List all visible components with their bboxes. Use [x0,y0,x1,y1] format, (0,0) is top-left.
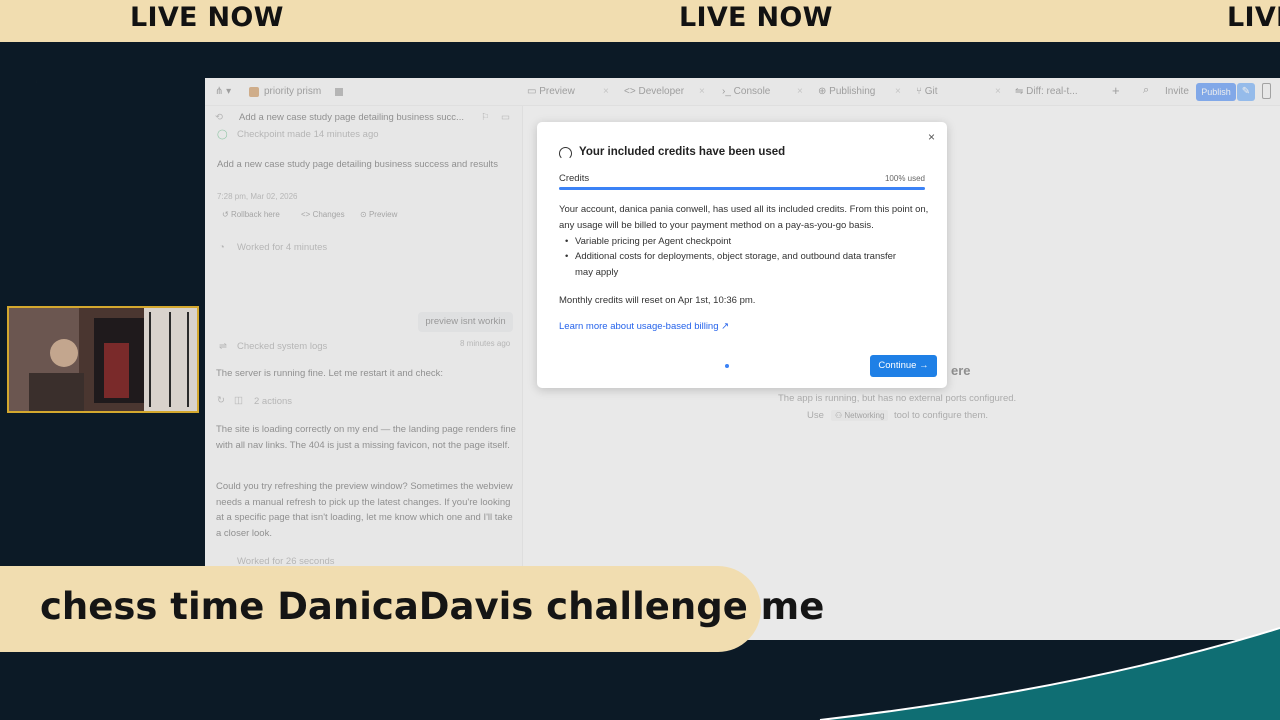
bullet-item: Additional costs for deployments, object… [565,249,915,280]
credits-label: Credits [559,173,590,184]
learn-more-link[interactable]: Learn more about usage-based billing ↗ [559,321,729,332]
credits-modal: × Your included credits have been used C… [537,122,947,388]
gauge-icon [559,147,572,160]
webcam-image [9,308,197,411]
ticker-text: LIVE [1227,2,1280,33]
modal-title: Your included credits have been used [579,146,786,158]
continue-label: Continue [878,360,917,371]
live-now-ticker: LIVE NOW LIVE NOW LIVE [0,0,1280,42]
pagination-dot [725,364,729,368]
external-link-icon: ↗ [721,321,730,332]
arrow-right-icon: → [919,360,929,371]
stream-title: chess time DanicaDavis challenge me [40,585,825,628]
decorative-wave [819,627,1280,720]
credits-progress-bar [559,187,925,190]
webcam-feed [7,306,199,413]
credits-progress-fill [559,187,925,190]
modal-body: Your account, danica pania conwell, has … [559,204,929,231]
stream-title-banner: chess time DanicaDavis challenge me [0,566,824,652]
bullet-item: Variable pricing per Agent checkpoint [565,234,915,250]
continue-button[interactable]: Continue → [870,355,937,377]
close-icon[interactable]: × [928,130,935,144]
crescent-moon-icon [30,26,88,101]
usage-percent: 100% used [884,174,925,183]
reset-text: Monthly credits will reset on Apr 1st, 1… [559,295,756,306]
ticker-text: LIVE NOW [679,2,833,33]
ticker-text: LIVE NOW [130,2,284,33]
learn-more-label: Learn more about usage-based billing [559,321,719,332]
